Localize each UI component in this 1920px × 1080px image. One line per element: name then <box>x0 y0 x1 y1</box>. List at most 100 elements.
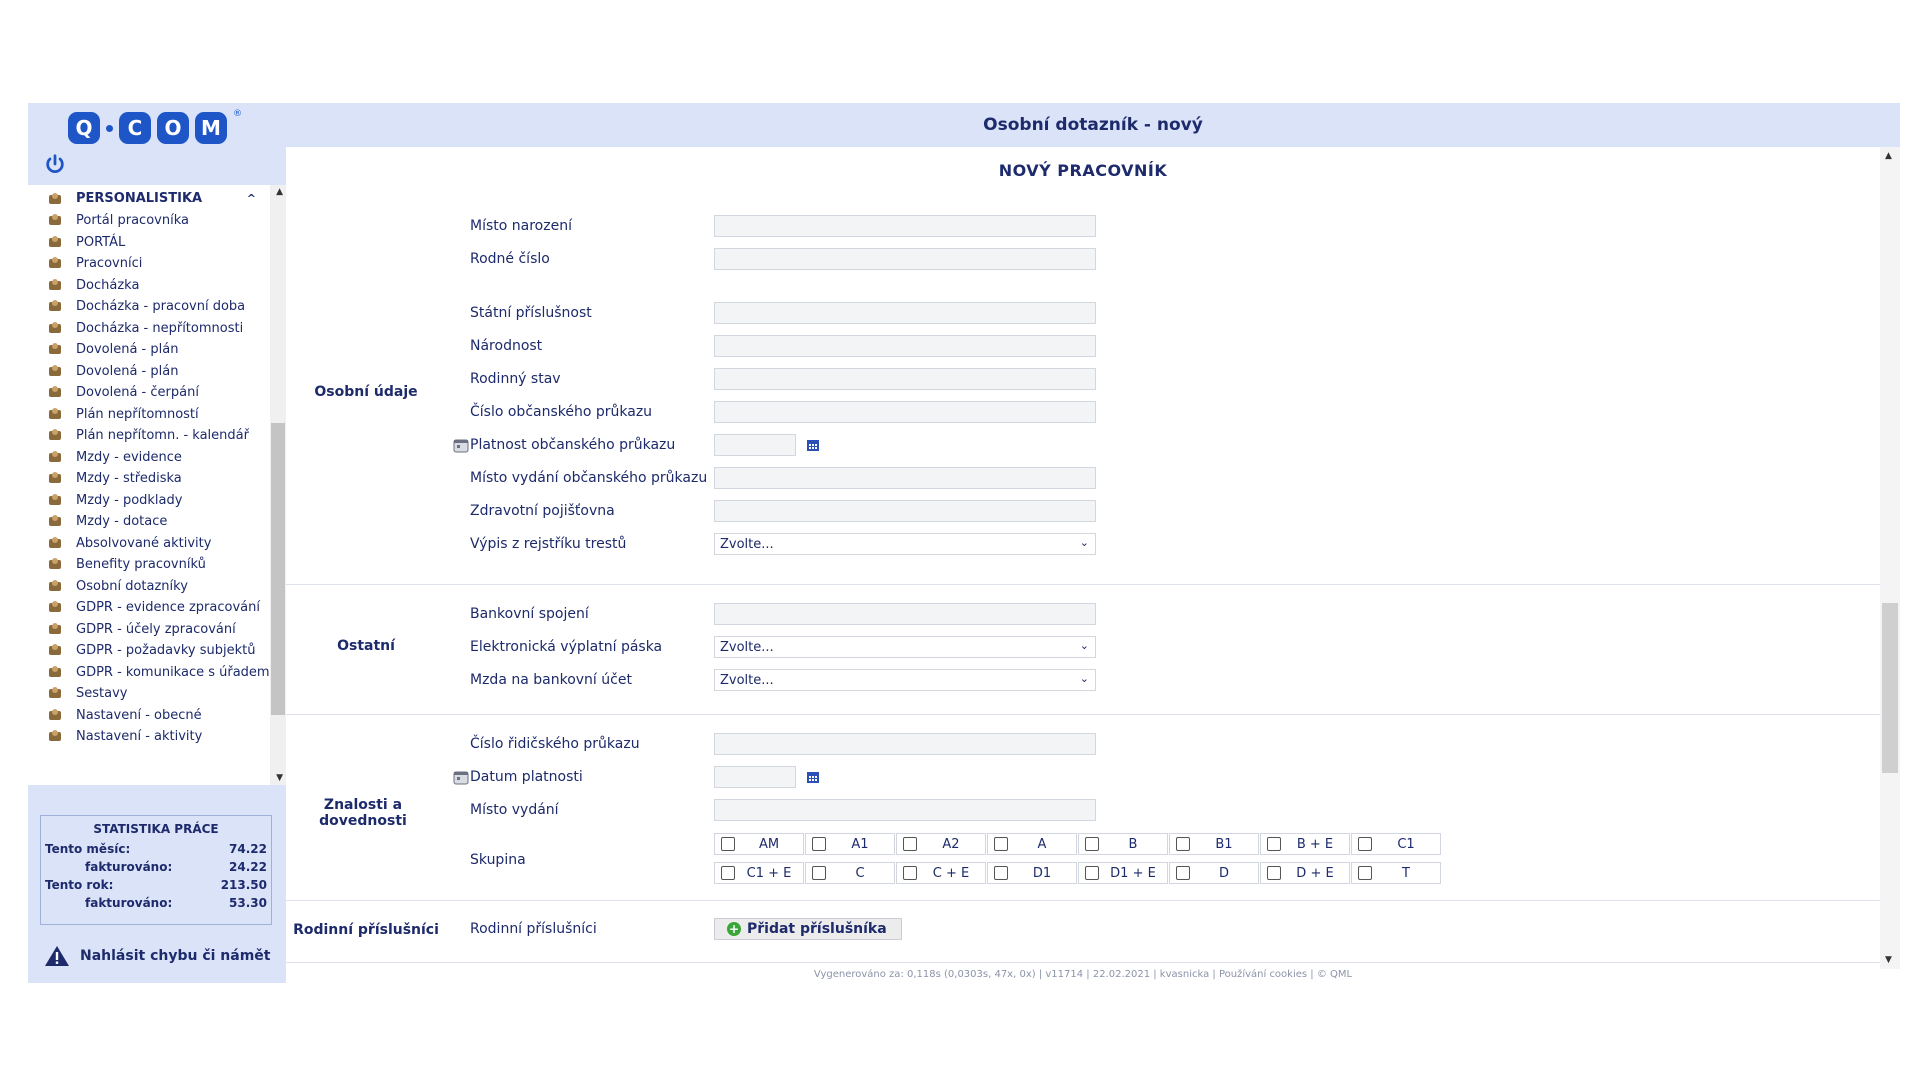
checkbox-box[interactable] <box>903 837 917 851</box>
checkbox-box[interactable] <box>812 866 826 880</box>
scroll-down-icon[interactable]: ▼ <box>1885 955 1892 965</box>
scroll-up-icon[interactable]: ▲ <box>1885 151 1892 161</box>
checkbox-box[interactable] <box>903 866 917 880</box>
checkbox-box[interactable] <box>721 837 735 851</box>
citizenship-input[interactable] <box>714 302 1096 324</box>
sidebar-item[interactable]: Dovolená - čerpání <box>28 384 270 406</box>
sidebar-item[interactable]: GDPR - komunikace s úřadem <box>28 664 270 686</box>
module-icon <box>49 343 61 354</box>
sidebar-item[interactable]: Docházka <box>28 277 270 299</box>
add-family-member-label: Přidat příslušníka <box>747 921 887 937</box>
sidebar-item[interactable]: Mzdy - střediska <box>28 470 270 492</box>
sidebar-item[interactable]: Benefity pracovníků <box>28 556 270 578</box>
report-bug-link[interactable]: Nahlásit chybu či námět <box>44 945 271 967</box>
sidebar-item[interactable]: Pracovníci <box>28 255 270 277</box>
license-group-checkbox[interactable]: D1 + E <box>1078 862 1168 884</box>
license-group-name: D1 + E <box>1110 865 1156 881</box>
checkbox-box[interactable] <box>721 866 735 880</box>
power-icon[interactable] <box>44 153 66 175</box>
salary-to-bank-select[interactable]: Zvolte... ⌄ <box>714 669 1096 691</box>
sidebar-item[interactable]: Mzdy - evidence <box>28 449 270 471</box>
id-card-issue-place-input[interactable] <box>714 467 1096 489</box>
id-card-validity-input[interactable] <box>714 434 796 456</box>
license-group-checkbox[interactable]: C1 <box>1351 833 1441 855</box>
license-group-checkbox[interactable]: A2 <box>896 833 986 855</box>
sidebar-item[interactable]: GDPR - účely zpracování <box>28 621 270 643</box>
marital-status-input[interactable] <box>714 368 1096 390</box>
bank-input[interactable] <box>714 603 1096 625</box>
main-scrollbar[interactable]: ▲ ▼ <box>1880 147 1900 969</box>
sidebar-item[interactable]: Plán nepřítomn. - kalendář <box>28 427 270 449</box>
license-group-checkbox[interactable]: D1 <box>987 862 1077 884</box>
calendar-icon[interactable] <box>806 438 820 452</box>
license-group-checkbox[interactable]: AM <box>714 833 804 855</box>
sidebar-item-label: Docházka - pracovní doba <box>76 299 246 314</box>
license-number-input[interactable] <box>714 733 1096 755</box>
sidebar-item[interactable]: Nastavení - obecné <box>28 707 270 729</box>
e-payslip-select[interactable]: Zvolte... ⌄ <box>714 636 1096 658</box>
nationality-input[interactable] <box>714 335 1096 357</box>
sidebar-scroll-thumb[interactable] <box>271 423 285 715</box>
checkbox-box[interactable] <box>1176 837 1190 851</box>
license-group-checkbox[interactable]: A1 <box>805 833 895 855</box>
birth-number-input[interactable] <box>714 248 1096 270</box>
checkbox-box[interactable] <box>1358 866 1372 880</box>
criminal-record-select[interactable]: Zvolte... ⌄ <box>714 533 1096 555</box>
checkbox-box[interactable] <box>1267 837 1281 851</box>
main-scroll-thumb[interactable] <box>1882 603 1898 773</box>
license-issue-place-input[interactable] <box>714 799 1096 821</box>
add-family-member-button[interactable]: + Přidat příslušníka <box>714 918 902 940</box>
qcom-logo[interactable]: Q C O M ® <box>68 105 242 151</box>
sidebar-item[interactable]: Plán nepřítomností <box>28 406 270 428</box>
calendar-side-icon[interactable] <box>453 437 469 453</box>
license-group-checkbox[interactable]: A <box>987 833 1077 855</box>
scroll-up-icon[interactable]: ▲ <box>276 187 283 197</box>
sidebar-item[interactable]: Docházka - nepřítomnosti <box>28 320 270 342</box>
birthplace-input[interactable] <box>714 215 1096 237</box>
license-group-checkbox[interactable]: D + E <box>1260 862 1350 884</box>
scroll-down-icon[interactable]: ▼ <box>276 773 283 783</box>
license-group-checkbox[interactable]: C1 + E <box>714 862 804 884</box>
sidebar-item[interactable]: Dovolená - plán <box>28 341 270 363</box>
checkbox-box[interactable] <box>1085 866 1099 880</box>
sidebar-item[interactable]: GDPR - požadavky subjektů <box>28 642 270 664</box>
license-group-checkbox[interactable]: B <box>1078 833 1168 855</box>
checkbox-box[interactable] <box>1176 866 1190 880</box>
license-group-checkbox[interactable]: C + E <box>896 862 986 884</box>
license-validity-input[interactable] <box>714 766 796 788</box>
section-skills-label: Znalosti a dovednosti <box>319 797 407 829</box>
id-card-number-input[interactable] <box>714 401 1096 423</box>
sidebar-item[interactable]: Mzdy - podklady <box>28 492 270 514</box>
sidebar-item[interactable]: GDPR - evidence zpracování <box>28 599 270 621</box>
stats-row-year: Tento rok: 213.50 <box>41 876 271 894</box>
license-group-checkbox[interactable]: B1 <box>1169 833 1259 855</box>
sidebar-item[interactable]: Dovolená - plán <box>28 363 270 385</box>
calendar-side-icon[interactable] <box>453 769 469 785</box>
checkbox-box[interactable] <box>994 866 1008 880</box>
license-group-checkbox[interactable]: C <box>805 862 895 884</box>
license-group-checkbox[interactable]: D <box>1169 862 1259 884</box>
sidebar-item[interactable]: PORTÁL <box>28 234 270 256</box>
license-group-checkbox[interactable]: B + E <box>1260 833 1350 855</box>
checkbox-box[interactable] <box>994 837 1008 851</box>
checkbox-box[interactable] <box>1358 837 1372 851</box>
sidebar-item[interactable]: Nastavení - aktivity <box>28 728 270 750</box>
calendar-icon[interactable] <box>806 770 820 784</box>
sidebar-item[interactable]: Osobní dotazníky <box>28 578 270 600</box>
checkbox-box[interactable] <box>812 837 826 851</box>
license-group-name: A1 <box>851 836 869 852</box>
sidebar-scrollbar[interactable]: ▲ ▼ <box>270 185 286 785</box>
form-title: NOVÝ PRACOVNÍK <box>998 161 1168 180</box>
sidebar-item[interactable]: Mzdy - dotace <box>28 513 270 535</box>
chevron-up-icon[interactable]: ^ <box>247 192 256 205</box>
sidebar-item[interactable]: Docházka - pracovní doba <box>28 298 270 320</box>
sidebar-item[interactable]: Sestavy <box>28 685 270 707</box>
sidebar-item[interactable]: Absolvované aktivity <box>28 535 270 557</box>
health-insurance-input[interactable] <box>714 500 1096 522</box>
checkbox-box[interactable] <box>1085 837 1099 851</box>
license-group-checkbox[interactable]: T <box>1351 862 1441 884</box>
checkbox-box[interactable] <box>1267 866 1281 880</box>
menu-section-title: PERSONALISTIKA <box>76 191 203 206</box>
menu-section-personalistika[interactable]: PERSONALISTIKA ^ <box>28 185 270 212</box>
sidebar-item[interactable]: Portál pracovníka <box>28 212 270 234</box>
